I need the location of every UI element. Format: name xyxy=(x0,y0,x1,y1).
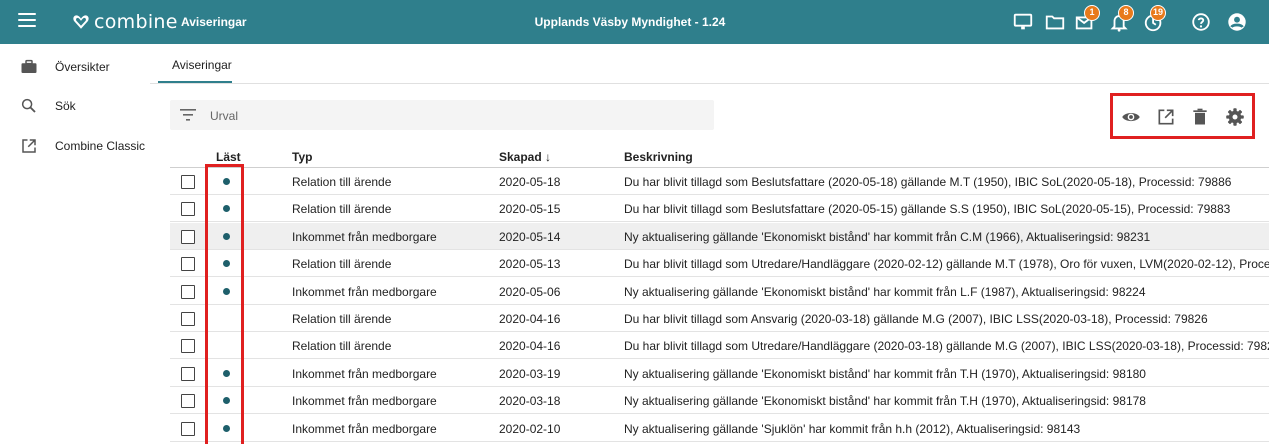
row-checkbox[interactable] xyxy=(181,366,195,381)
row-checkbox[interactable] xyxy=(181,421,195,436)
heart-icon xyxy=(73,15,89,29)
column-created[interactable]: Skapad ↓ xyxy=(499,150,551,164)
clock-badge: 19 xyxy=(1150,5,1167,21)
sidebar-item-sok[interactable]: Sök xyxy=(0,94,150,118)
trash-icon[interactable] xyxy=(1190,107,1210,127)
row-description: Du har blivit tillagd som Beslutsfattare… xyxy=(624,175,1232,189)
row-checkbox[interactable] xyxy=(181,229,195,244)
filter-icon xyxy=(180,109,196,121)
row-description: Ny aktualisering gällande 'Ekonomiskt bi… xyxy=(624,229,1151,244)
tab-divider xyxy=(150,83,1269,84)
table-row[interactable]: Relation till ärende 2020-04-16 Du har bli… xyxy=(170,305,1269,332)
top-bar: combine Aviseringar Upplands Väsby Myndi… xyxy=(0,0,1269,44)
row-checkbox[interactable] xyxy=(181,339,195,354)
open-external-icon xyxy=(22,139,36,153)
row-description: Du har blivit tillagd som Utredare/Handl… xyxy=(624,339,1269,354)
organization-title: Upplands Väsby Myndighet - 1.24 xyxy=(534,15,726,29)
folder-icon[interactable] xyxy=(1044,11,1066,33)
gear-icon[interactable] xyxy=(1225,107,1245,127)
table-row[interactable]: Inkommet från medborgare 2020-03-18 Ny akt… xyxy=(170,387,1269,415)
row-created: 2020-05-13 xyxy=(499,257,561,272)
row-created: 2020-05-15 xyxy=(499,202,561,217)
open-external-icon[interactable] xyxy=(1156,107,1176,127)
row-checkbox[interactable] xyxy=(181,312,195,326)
row-description: Du har blivit tillagd som Ansvarig (2020… xyxy=(624,312,1208,326)
row-description: Ny aktualisering gällande 'Sjuklön' har … xyxy=(624,421,1081,436)
row-type: Inkommet från medborgare xyxy=(292,394,437,409)
sidebar-item-oversikter[interactable]: Översikter xyxy=(0,55,150,79)
app-title: Aviseringar xyxy=(181,15,247,29)
row-description: Ny aktualisering gällande 'Ekonomiskt bi… xyxy=(624,394,1146,409)
brand-name: combine xyxy=(94,11,178,33)
account-icon[interactable] xyxy=(1226,11,1248,33)
sidebar-item-combine-classic[interactable]: Combine Classic xyxy=(0,134,150,158)
row-type: Relation till ärende xyxy=(292,257,392,272)
sidebar-item-label: Combine Classic xyxy=(55,139,146,153)
filter-bar[interactable]: Urval xyxy=(170,100,714,130)
row-checkbox[interactable] xyxy=(181,175,195,189)
column-type[interactable]: Typ xyxy=(292,150,312,164)
table-row[interactable]: Inkommet från medborgare 2020-03-19 Ny akt… xyxy=(170,360,1269,387)
row-type: Relation till ärende xyxy=(292,202,392,217)
row-type: Inkommet från medborgare xyxy=(292,366,437,381)
filter-label: Urval xyxy=(210,109,239,123)
row-type: Inkommet från medborgare xyxy=(292,229,437,244)
row-type: Relation till ärende xyxy=(292,339,392,354)
row-created: 2020-04-16 xyxy=(499,339,561,354)
bell-icon[interactable]: 8 xyxy=(1109,5,1134,33)
row-type: Inkommet från medborgare xyxy=(292,421,437,436)
row-type: Relation till ärende xyxy=(292,312,392,326)
row-checkbox[interactable] xyxy=(181,202,195,217)
row-created: 2020-05-18 xyxy=(499,175,561,189)
bell-badge: 8 xyxy=(1118,5,1134,21)
mail-badge: 1 xyxy=(1084,5,1100,21)
mail-icon[interactable]: 1 xyxy=(1074,5,1100,33)
monitor-icon[interactable] xyxy=(1012,11,1034,33)
action-toolbar xyxy=(1110,93,1255,139)
search-icon xyxy=(21,98,36,113)
hamburger-menu-icon[interactable] xyxy=(18,13,36,31)
table-row[interactable]: Inkommet från medborgare 2020-02-10 Ny akt… xyxy=(170,415,1269,442)
row-type: Relation till ärende xyxy=(292,175,392,189)
tab-aviseringar[interactable]: Aviseringar xyxy=(172,58,232,72)
row-description: Ny aktualisering gällande 'Ekonomiskt bi… xyxy=(624,284,1146,299)
row-created: 2020-05-06 xyxy=(499,284,561,299)
table-row[interactable]: Inkommet från medborgare 2020-05-14 Ny akt… xyxy=(170,222,1269,250)
sidebar-item-label: Sök xyxy=(55,99,76,113)
sidebar: Översikter Sök Combine Classic xyxy=(0,44,150,444)
row-created: 2020-04-16 xyxy=(499,312,561,326)
row-created: 2020-03-18 xyxy=(499,394,561,409)
help-icon[interactable] xyxy=(1190,11,1212,33)
table-row[interactable]: Inkommet från medborgare 2020-05-06 Ny akt… xyxy=(170,278,1269,305)
eye-icon[interactable] xyxy=(1121,107,1141,127)
clock-icon[interactable]: 19 xyxy=(1143,5,1167,33)
table-row[interactable]: Relation till ärende 2020-05-15 Du har bli… xyxy=(170,195,1269,223)
row-type: Inkommet från medborgare xyxy=(292,284,437,299)
briefcase-icon xyxy=(21,59,37,73)
row-created: 2020-03-19 xyxy=(499,366,561,381)
row-description: Ny aktualisering gällande 'Ekonomiskt bi… xyxy=(624,366,1146,381)
row-description: Du har blivit tillagd som Utredare/Handl… xyxy=(624,257,1269,272)
table-header: Läst Typ Skapad ↓ Beskrivning xyxy=(170,146,1269,168)
table-row[interactable]: Relation till ärende 2020-05-18 Du har bli… xyxy=(170,168,1269,195)
row-created: 2020-02-10 xyxy=(499,421,561,436)
row-description: Du har blivit tillagd som Beslutsfattare… xyxy=(624,202,1231,217)
brand-logo[interactable]: combine xyxy=(72,10,178,34)
row-checkbox[interactable] xyxy=(181,257,195,272)
row-checkbox[interactable] xyxy=(181,394,195,409)
sidebar-item-label: Översikter xyxy=(55,60,110,74)
table-row[interactable]: Relation till ärende 2020-05-13 Du har bli… xyxy=(170,250,1269,278)
column-read[interactable]: Läst xyxy=(216,150,241,164)
table-row[interactable]: Relation till ärende 2020-04-16 Du har bli… xyxy=(170,332,1269,360)
row-checkbox[interactable] xyxy=(181,284,195,299)
read-column-highlight xyxy=(205,164,244,444)
row-created: 2020-05-14 xyxy=(499,229,561,244)
column-description[interactable]: Beskrivning xyxy=(624,150,693,164)
